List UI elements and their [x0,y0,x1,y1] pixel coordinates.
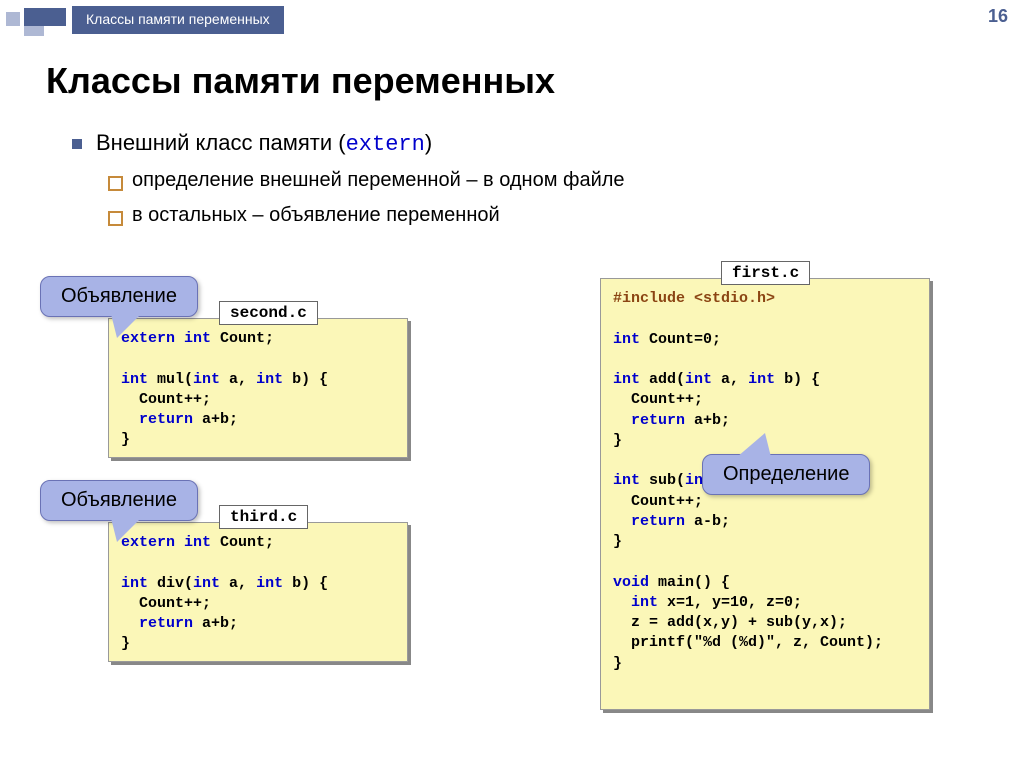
bullet-level2: в остальных – объявление переменной [108,204,984,227]
bullet-level2: определение внешней переменной – в одном… [108,169,984,192]
callout-definition: Определение [702,454,870,495]
bullet1-keyword: extern [346,132,425,157]
callout-declaration-1: Объявление [40,276,198,317]
breadcrumb: Классы памяти переменных [72,6,284,34]
code-third: extern int Count; int div(int a, int b) … [121,533,395,655]
callout-tail-icon [111,518,141,542]
callout-label: Объявление [61,489,177,511]
bullet1-pre: Внешний класс памяти ( [96,130,346,155]
bullet-list: Внешний класс памяти (extern) определени… [72,130,984,227]
callout-label: Объявление [61,285,177,307]
code-second: extern int Count; int mul(int a, int b) … [121,329,395,451]
filetab-second: second.c [219,301,318,325]
page-number: 16 [988,6,1008,27]
codebox-third: third.c extern int Count; int div(int a,… [108,522,408,662]
bullet1-post: ) [425,130,432,155]
page-title: Классы памяти переменных [46,60,555,102]
slide-deco [6,8,64,36]
topbar: Классы памяти переменных 16 [0,0,1024,40]
bullet-level1: Внешний класс памяти (extern) [72,130,984,157]
callout-tail-icon [737,433,771,457]
filetab-first: first.c [721,261,810,285]
filetab-third: third.c [219,505,308,529]
callout-tail-icon [111,314,141,338]
callout-label: Определение [723,463,849,485]
callout-declaration-2: Объявление [40,480,198,521]
codebox-second: second.c extern int Count; int mul(int a… [108,318,408,458]
